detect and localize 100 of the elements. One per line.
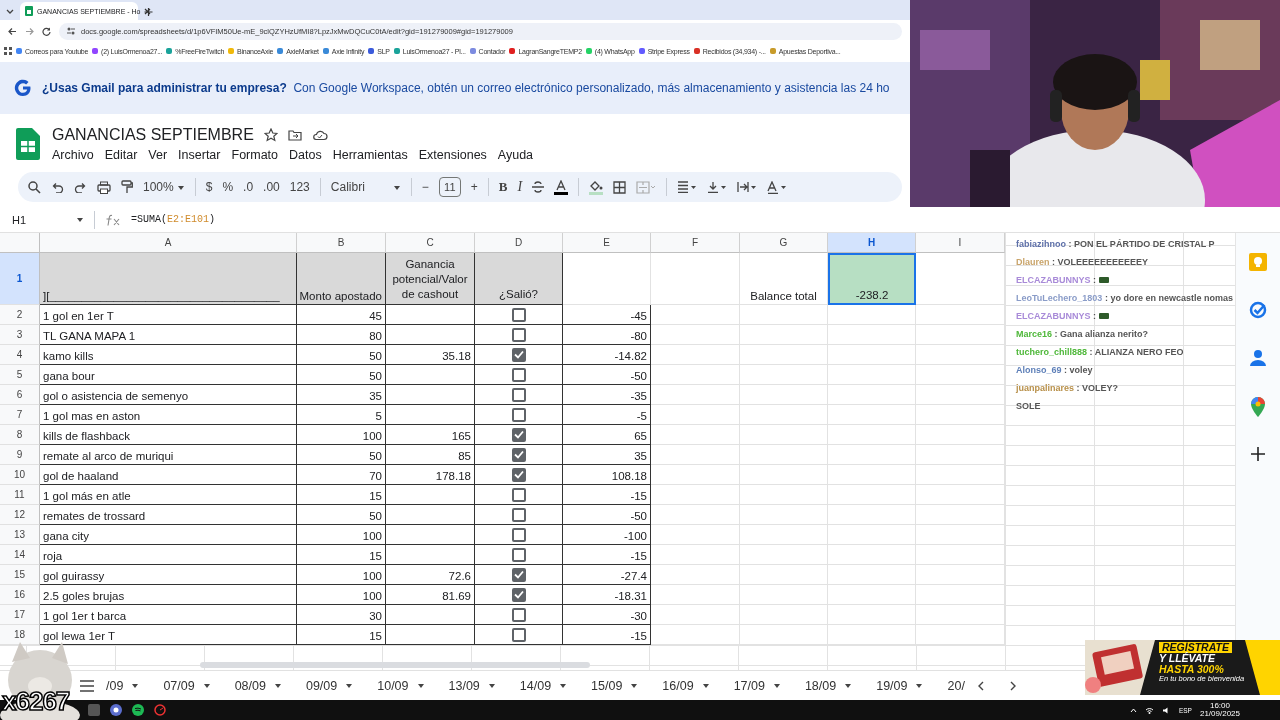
close-icon[interactable] bbox=[144, 7, 152, 15]
forward-icon[interactable] bbox=[25, 26, 34, 36]
sheet-tab[interactable]: 09/09 bbox=[293, 670, 366, 701]
row-number[interactable]: 18 bbox=[0, 625, 40, 645]
row-number[interactable]: 14 bbox=[0, 545, 40, 565]
selected-cell[interactable]: -238.2 bbox=[828, 253, 916, 305]
strikethrough-icon[interactable] bbox=[532, 181, 545, 193]
sheets-logo-icon[interactable] bbox=[16, 128, 40, 160]
number-format-button[interactable]: % bbox=[222, 180, 234, 194]
column-header[interactable]: D bbox=[475, 233, 563, 253]
column-header[interactable]: F bbox=[651, 233, 740, 253]
row-number[interactable]: 2 bbox=[0, 305, 40, 325]
apps-icon[interactable] bbox=[4, 47, 12, 55]
menu-item[interactable]: Editar bbox=[104, 148, 138, 162]
checkbox[interactable] bbox=[511, 307, 526, 322]
wifi-icon[interactable] bbox=[1144, 706, 1154, 714]
sheet-tab[interactable]: 08/09 bbox=[222, 670, 294, 701]
column-header[interactable]: I bbox=[916, 233, 1005, 253]
redo-icon[interactable] bbox=[74, 181, 87, 193]
row-number[interactable]: 16 bbox=[0, 585, 40, 605]
star-icon[interactable] bbox=[263, 128, 278, 142]
bold-button[interactable]: B bbox=[498, 179, 508, 195]
checkbox[interactable] bbox=[511, 587, 526, 602]
row-number[interactable]: 3 bbox=[0, 325, 40, 345]
chevron-left-icon[interactable] bbox=[976, 680, 985, 691]
checkbox[interactable] bbox=[511, 547, 526, 562]
menu-item[interactable]: Ayuda bbox=[497, 148, 534, 162]
menu-item[interactable]: Herramientas bbox=[332, 148, 408, 162]
column-header[interactable]: C bbox=[386, 233, 475, 253]
map-pin-icon[interactable] bbox=[1251, 397, 1265, 417]
checkbox[interactable] bbox=[511, 627, 526, 642]
back-icon[interactable] bbox=[8, 26, 17, 36]
checkbox[interactable] bbox=[511, 347, 526, 362]
chevron-right-icon[interactable] bbox=[1008, 680, 1017, 691]
checkbox[interactable] bbox=[511, 507, 526, 522]
number-format-button[interactable]: .0 bbox=[243, 180, 254, 194]
music-app-icon[interactable] bbox=[132, 704, 144, 716]
paint-format-icon[interactable] bbox=[121, 180, 133, 194]
gauge-icon[interactable] bbox=[154, 704, 166, 716]
vertical-align-icon[interactable] bbox=[707, 181, 728, 193]
number-format-button[interactable]: .00 bbox=[263, 180, 280, 194]
menu-item[interactable]: Ver bbox=[148, 148, 168, 162]
checkbox[interactable] bbox=[511, 487, 526, 502]
row-number[interactable]: 6 bbox=[0, 385, 40, 405]
row-number[interactable]: 15 bbox=[0, 565, 40, 585]
fill-color-icon[interactable] bbox=[589, 179, 604, 195]
sheet-tab[interactable]: 19/09 bbox=[864, 670, 936, 701]
menu-item[interactable]: Formato bbox=[231, 148, 279, 162]
row-number[interactable]: 7 bbox=[0, 405, 40, 425]
number-format-button[interactable]: 123 bbox=[289, 180, 310, 194]
checkbox[interactable] bbox=[511, 327, 526, 342]
borders-icon[interactable] bbox=[613, 180, 627, 194]
cloud-icon[interactable] bbox=[311, 129, 328, 141]
checkbox[interactable] bbox=[511, 407, 526, 422]
reload-icon[interactable] bbox=[42, 26, 51, 36]
horizontal-scrollbar[interactable] bbox=[200, 662, 590, 668]
text-rotation-icon[interactable] bbox=[767, 180, 788, 194]
tasks-icon[interactable] bbox=[1249, 301, 1267, 319]
row-number[interactable]: 10 bbox=[0, 465, 40, 485]
checkbox[interactable] bbox=[511, 467, 526, 482]
menu-icon[interactable] bbox=[80, 679, 94, 692]
row-number[interactable]: 1 bbox=[0, 253, 40, 305]
column-header[interactable]: B bbox=[297, 233, 386, 253]
merge-cells-icon[interactable] bbox=[636, 180, 657, 194]
checkbox[interactable] bbox=[511, 427, 526, 442]
column-header[interactable]: H bbox=[828, 233, 916, 253]
sheet-tab[interactable]: 07/09 bbox=[151, 670, 223, 701]
zoom-dropdown[interactable]: 100% bbox=[143, 180, 185, 194]
row-number[interactable]: 12 bbox=[0, 505, 40, 525]
search-icon[interactable] bbox=[28, 180, 41, 194]
sheet-tab[interactable]: 13/09 bbox=[436, 670, 508, 701]
row-number[interactable]: 9 bbox=[0, 445, 40, 465]
increase-font-button[interactable]: + bbox=[470, 180, 478, 194]
checkbox[interactable] bbox=[511, 527, 526, 542]
checkbox[interactable] bbox=[511, 387, 526, 402]
column-header[interactable]: G bbox=[740, 233, 828, 253]
column-header[interactable]: E bbox=[563, 233, 651, 253]
number-format-button[interactable]: $ bbox=[205, 180, 213, 194]
sheet-tab[interactable]: 14/09 bbox=[507, 670, 580, 701]
clock[interactable]: 16:00 21/09/2025 bbox=[1199, 702, 1240, 718]
font-dropdown[interactable]: Calibri bbox=[330, 180, 401, 194]
browser-icon[interactable] bbox=[110, 704, 122, 716]
row-number[interactable]: 13 bbox=[0, 525, 40, 545]
sheet-tab[interactable]: 20/ bbox=[935, 670, 977, 701]
checkbox[interactable] bbox=[511, 567, 526, 582]
row-number[interactable]: 4 bbox=[0, 345, 40, 365]
column-header[interactable]: A bbox=[40, 233, 297, 253]
row-number[interactable]: 5 bbox=[0, 365, 40, 385]
italic-button[interactable]: I bbox=[517, 179, 523, 195]
row-number[interactable]: 11 bbox=[0, 485, 40, 505]
sheet-tab[interactable]: 10/09 bbox=[365, 670, 437, 701]
plus-icon[interactable] bbox=[1251, 447, 1265, 461]
text-color-icon[interactable] bbox=[554, 179, 569, 195]
contacts-icon[interactable] bbox=[1250, 349, 1266, 367]
document-title[interactable]: GANANCIAS SEPTIEMBRE bbox=[52, 126, 254, 144]
menu-item[interactable]: Datos bbox=[289, 148, 322, 162]
checkbox[interactable] bbox=[511, 447, 526, 462]
sheet-tab[interactable]: 15/09 bbox=[579, 670, 651, 701]
text-wrap-icon[interactable] bbox=[737, 181, 758, 193]
print-icon[interactable] bbox=[97, 180, 111, 194]
